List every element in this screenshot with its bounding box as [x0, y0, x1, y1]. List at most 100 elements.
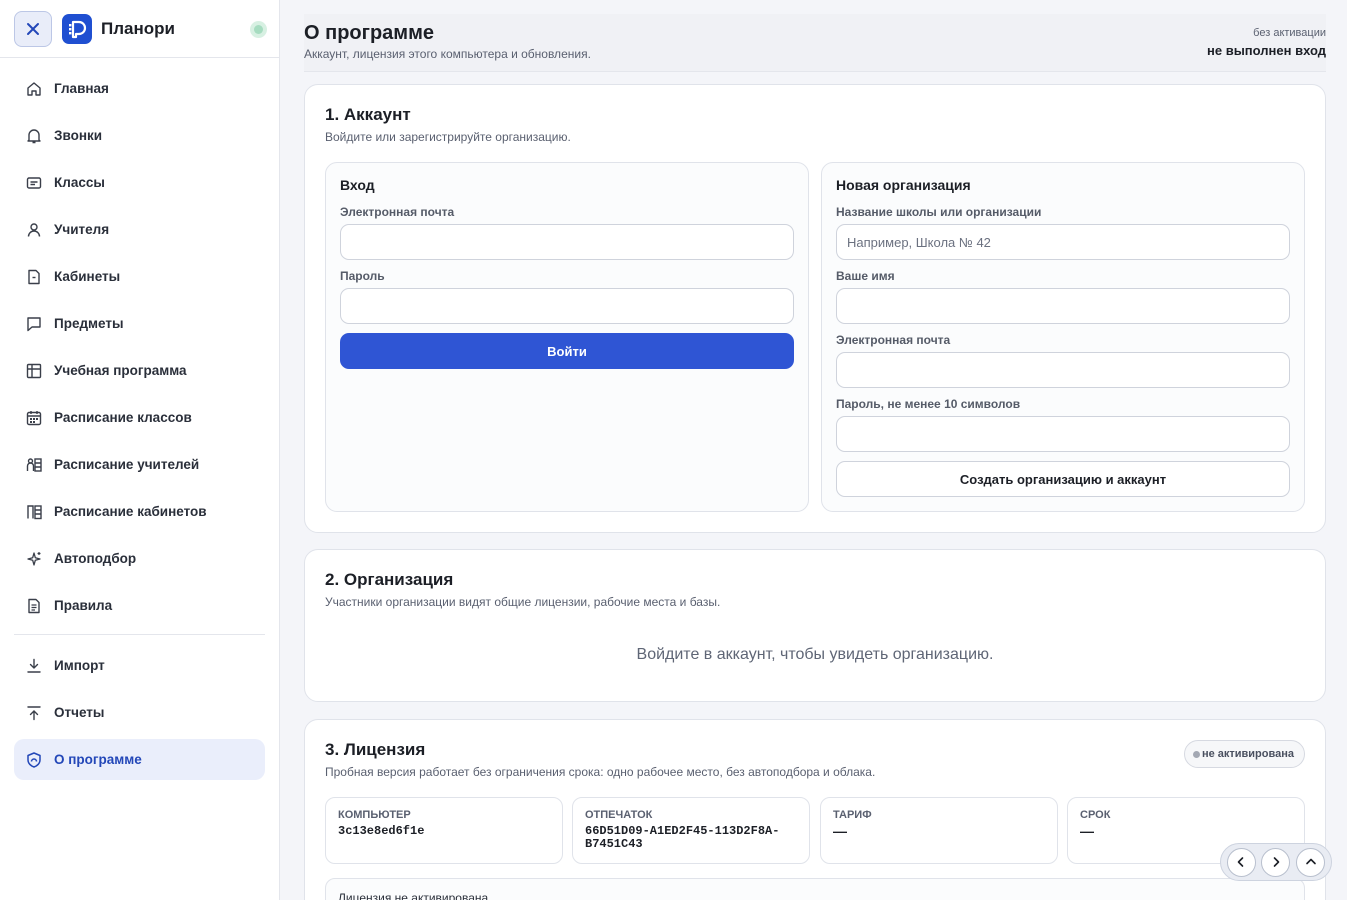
sidebar: Планори Главная Звонки Классы Учителя Ка… — [0, 0, 280, 900]
register-title: Новая организация — [836, 177, 971, 193]
close-sidebar-button[interactable] — [14, 10, 52, 47]
sidebar-item-room-schedule[interactable]: Расписание кабинетов — [14, 491, 265, 532]
page-header: О программе Аккаунт, лицензия этого комп… — [304, 14, 1326, 72]
sidebar-item-label: Главная — [54, 81, 109, 96]
license-note: Лицензия не активирована — [325, 878, 1305, 900]
fingerprint-label: ОТПЕЧАТОК — [585, 809, 653, 821]
sidebar-item-label: Звонки — [54, 128, 103, 143]
account-title: 1. Аккаунт — [325, 105, 411, 124]
bell-icon — [24, 126, 44, 146]
organization-card: 2. Организация Участники организации вид… — [304, 549, 1326, 702]
shield-icon — [24, 750, 44, 770]
organization-title: 2. Организация — [325, 570, 454, 589]
chevron-up-icon — [1305, 858, 1316, 865]
license-status-badge: не активирована — [1183, 740, 1305, 768]
login-button[interactable]: Войти — [340, 333, 794, 369]
computer-info: КОМПЬЮТЕР 3c13e8ed6f1e — [325, 797, 563, 864]
login-title: Вход — [340, 177, 375, 193]
license-title: 3. Лицензия — [325, 740, 426, 759]
register-password-label: Пароль, не менее 10 символов — [836, 397, 1021, 411]
sidebar-item-label: Правила — [54, 598, 113, 613]
plan-info: ТАРИФ — — [820, 797, 1058, 864]
fingerprint-info: ОТПЕЧАТОК 66D51D09-A1ED2F45-113D2F8A-B74… — [572, 797, 810, 864]
user-icon — [24, 220, 44, 240]
download-icon — [24, 656, 44, 676]
plan-value: — — [833, 823, 847, 839]
login-panel: Вход Электронная почта Пароль Войти — [325, 162, 809, 512]
create-organization-button[interactable]: Создать организацию и аккаунт — [836, 461, 1290, 497]
scroll-top-button[interactable] — [1296, 847, 1326, 877]
chat-bubble-icon — [24, 314, 44, 334]
term-label: СРОК — [1080, 809, 1111, 821]
license-status-text: не активирована — [1201, 748, 1294, 760]
login-status: не выполнен вход — [1207, 43, 1326, 58]
organization-empty-message: Войдите в аккаунт, чтобы увидеть организ… — [636, 646, 994, 663]
sidebar-nav: Главная Звонки Классы Учителя Кабинеты П… — [0, 58, 279, 780]
class-card-icon — [24, 173, 44, 193]
calendar-icon — [24, 408, 44, 428]
sidebar-item-teachers[interactable]: Учителя — [14, 209, 265, 250]
login-password-input[interactable] — [340, 288, 794, 324]
sparkles-icon — [24, 549, 44, 569]
sidebar-item-class-schedule[interactable]: Расписание классов — [14, 397, 265, 438]
page-navigation — [1220, 843, 1332, 881]
sidebar-item-reports[interactable]: Отчеты — [14, 692, 265, 733]
sidebar-item-bells[interactable]: Звонки — [14, 115, 265, 156]
account-subtitle: Войдите или зарегистрируйте организацию. — [325, 130, 571, 144]
register-password-input[interactable] — [836, 416, 1290, 452]
login-password-label: Пароль — [340, 269, 385, 283]
sidebar-item-autofill[interactable]: Автоподбор — [14, 538, 265, 579]
upload-icon — [24, 703, 44, 723]
next-button[interactable] — [1261, 847, 1291, 877]
sidebar-item-label: Автоподбор — [54, 551, 137, 566]
your-name-label: Ваше имя — [836, 269, 895, 283]
room-schedule-icon — [24, 502, 44, 522]
sidebar-item-label: Расписание учителей — [54, 457, 200, 472]
computer-value: 3c13e8ed6f1e — [338, 824, 425, 838]
activation-status: без активации — [1253, 27, 1326, 39]
sidebar-divider — [14, 634, 265, 635]
register-email-label: Электронная почта — [836, 333, 951, 347]
chevron-left-icon — [1238, 857, 1244, 867]
sidebar-item-label: Классы — [54, 175, 105, 190]
main-content: О программе Аккаунт, лицензия этого комп… — [280, 0, 1347, 900]
sidebar-item-rules[interactable]: Правила — [14, 585, 265, 626]
sidebar-item-classes[interactable]: Классы — [14, 162, 265, 203]
chevron-right-icon — [1273, 857, 1280, 867]
previous-button[interactable] — [1226, 847, 1256, 877]
status-dot-icon — [1192, 750, 1200, 758]
teacher-schedule-icon — [24, 455, 44, 475]
connection-status-icon — [250, 21, 267, 38]
sidebar-item-import[interactable]: Импорт — [14, 645, 265, 686]
document-icon — [24, 596, 44, 616]
fingerprint-value: 66D51D09-A1ED2F45-113D2F8A-B7451C43 — [585, 824, 780, 851]
sidebar-item-label: Предметы — [54, 316, 124, 331]
login-email-input[interactable] — [340, 224, 794, 260]
sidebar-item-subjects[interactable]: Предметы — [14, 303, 265, 344]
plan-label: ТАРИФ — [833, 809, 872, 821]
door-icon — [24, 267, 44, 287]
page-title: О программе — [304, 22, 435, 44]
register-panel: Новая организация Название школы или орг… — [821, 162, 1305, 512]
app-logo — [62, 13, 92, 44]
sidebar-item-teacher-schedule[interactable]: Расписание учителей — [14, 444, 265, 485]
register-email-input[interactable] — [836, 352, 1290, 388]
sidebar-item-rooms[interactable]: Кабинеты — [14, 256, 265, 297]
sidebar-item-label: Учебная программа — [54, 363, 187, 378]
org-name-label: Название школы или организации — [836, 205, 1042, 219]
organization-subtitle: Участники организации видят общие лиценз… — [325, 595, 721, 609]
license-card: 3. Лицензия Пробная версия работает без … — [304, 719, 1326, 900]
term-value: — — [1080, 823, 1094, 839]
your-name-input[interactable] — [836, 288, 1290, 324]
sidebar-item-label: Кабинеты — [54, 269, 121, 284]
close-icon — [27, 22, 39, 35]
org-name-input[interactable] — [836, 224, 1290, 260]
sidebar-item-home[interactable]: Главная — [14, 68, 265, 109]
sidebar-item-curriculum[interactable]: Учебная программа — [14, 350, 265, 391]
home-icon — [24, 79, 44, 99]
login-email-label: Электронная почта — [340, 205, 455, 219]
sidebar-item-label: Импорт — [54, 658, 105, 673]
sidebar-item-about[interactable]: О программе — [14, 739, 265, 780]
sidebar-item-label: Отчеты — [54, 705, 105, 720]
sidebar-item-label: Учителя — [54, 222, 110, 237]
